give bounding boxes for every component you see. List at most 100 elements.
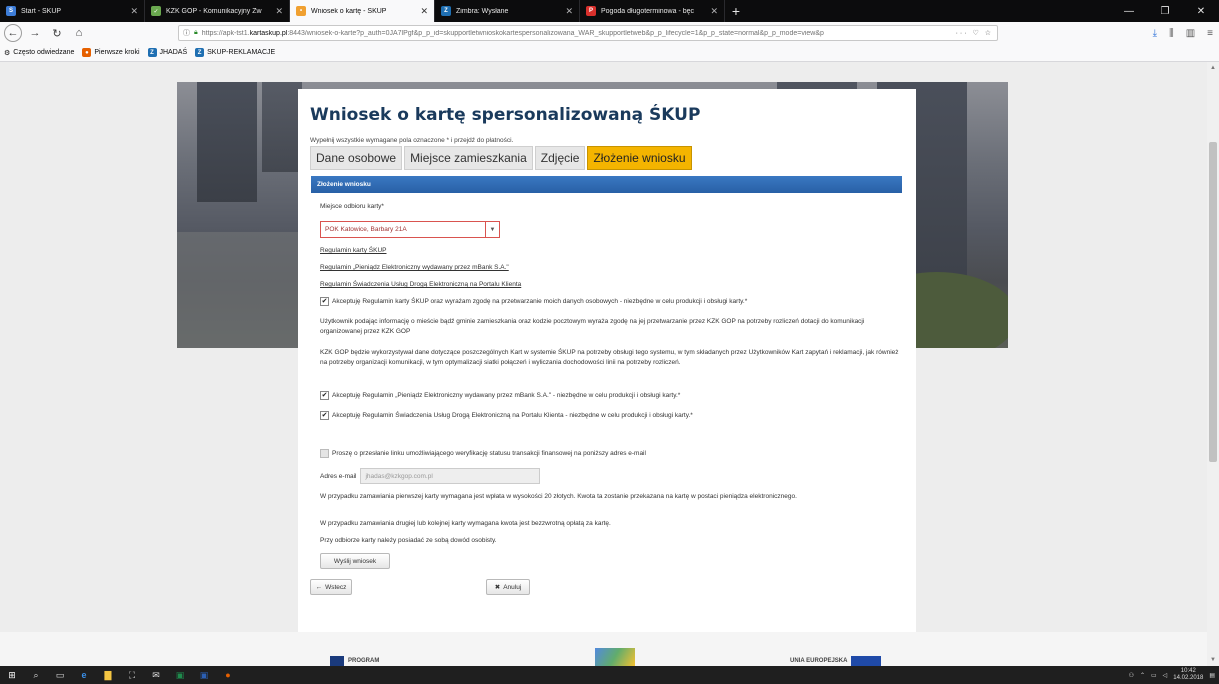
submit-button[interactable]: Wyślij wniosek	[320, 553, 390, 569]
back-button[interactable]: ← Wstecz	[310, 579, 352, 595]
skup-favicon-icon: •	[296, 6, 306, 16]
bookmark-jhadas[interactable]: Z JHADAŚ	[147, 48, 187, 57]
step-miejsce-zamieszkania[interactable]: Miejsce zamieszkania	[404, 146, 533, 170]
step-dane-osobowe[interactable]: Dane osobowe	[310, 146, 403, 170]
notifications-icon[interactable]: ▤	[1209, 672, 1215, 679]
consent-uslugi-row: ✔ Akceptuję Regulamin Świadczenia Usług …	[320, 411, 693, 420]
swoosh-logo	[595, 648, 635, 666]
sidebar-icon[interactable]: ▥	[1186, 28, 1195, 39]
url-text: https://apk-tst1.kartaskup.pl:8443/wnios…	[201, 29, 824, 37]
step-zlozenie-wniosku[interactable]: Złożenie wniosku	[587, 146, 692, 170]
zimbra-icon: Z	[195, 48, 205, 57]
url-bar[interactable]: ⓘ 🔒︎ https://apk-tst1.kartaskup.pl:8443/…	[178, 25, 998, 41]
close-tab-icon[interactable]: ✕	[565, 6, 573, 17]
bookmarks-bar: ⚙ Często odwiedzane ● Pierwsze kroki Z JHAD…	[0, 44, 1219, 62]
network-icon[interactable]: ▭	[1151, 672, 1157, 679]
scroll-up-icon[interactable]: ▲	[1207, 62, 1219, 74]
tab-pogoda[interactable]: P Pogoda długoterminowa - bęc ✕	[580, 0, 725, 22]
bookmark-czesto[interactable]: ⚙ Często odwiedzane	[4, 49, 74, 57]
note-next-card: W przypadku zamawiania drugiej lub kolej…	[320, 520, 611, 527]
step-zdjecie[interactable]: Zdjęcie	[534, 146, 586, 170]
toolbar-right: ⤓ ⫼ ▥ ≡	[1153, 25, 1213, 41]
kzk-favicon-icon: ✓	[151, 6, 161, 16]
email-row: Adres e-mail jhadas@kzkgop.com.pl	[320, 468, 541, 484]
program-logo: PROGRAM	[330, 656, 379, 666]
email-request-label: Proszę o przesłanie linku umożliwiająceg…	[332, 450, 646, 457]
store-icon[interactable]: ⛶	[120, 666, 144, 684]
download-icon[interactable]: ⤓	[1153, 28, 1157, 39]
tab-label: Pogoda długoterminowa - bęc	[601, 7, 695, 15]
page-title: Wniosek o kartę spersonalizowaną ŚKUP	[310, 105, 701, 125]
tab-label: Wniosek o kartę - ŚKUP	[311, 7, 387, 15]
tray-chevron-icon[interactable]: ⌃	[1140, 672, 1145, 679]
browser-nav-bar: ← → ↻ ⌂ ⓘ 🔒︎ https://apk-tst1.kartaskup.…	[0, 22, 1219, 44]
new-tab-button[interactable]: +	[725, 0, 747, 22]
file-explorer-icon[interactable]: ▇	[96, 666, 120, 684]
link-regulamin-skup[interactable]: Regulamin karty ŚKUP	[320, 247, 386, 254]
lock-icon[interactable]: 🔒︎	[194, 29, 198, 37]
window-controls: — ❐ ✕	[1111, 0, 1219, 22]
pickup-select[interactable]: POK Katowice, Barbary 21A ▼	[320, 221, 500, 238]
consent-skup-row: ✔ Akceptuję Regulamin karty ŚKUP oraz wy…	[320, 297, 747, 306]
search-icon[interactable]: ⌕	[24, 666, 48, 684]
section-header: Złożenie wniosku	[311, 176, 902, 193]
application-form-card: Wniosek o kartę spersonalizowaną ŚKUP Wy…	[298, 89, 916, 637]
page-scrollbar[interactable]: ▲ ▼	[1207, 62, 1219, 666]
tab-kzk-gop[interactable]: ✓ KZK GOP - Komunikacyjny Zw ✕	[145, 0, 290, 22]
tab-wniosek[interactable]: • Wniosek o kartę - ŚKUP ✕	[290, 0, 435, 22]
email-field[interactable]: jhadas@kzkgop.com.pl	[360, 468, 541, 484]
menu-icon[interactable]: ≡	[1207, 28, 1213, 39]
pickup-label: Miejsce odbioru karty*	[320, 203, 384, 210]
tab-start-skup[interactable]: S Start - ŚKUP ✕	[0, 0, 145, 22]
task-view-icon[interactable]: ▭	[48, 666, 72, 684]
forward-arrow-icon[interactable]: →	[26, 24, 44, 42]
restore-icon[interactable]: ❐	[1147, 0, 1183, 22]
skup-favicon-icon: S	[6, 6, 16, 16]
info-text-1: Użytkownik podając informację o mieście …	[320, 318, 865, 335]
form-hint: Wypełnij wszystkie wymagane pola oznaczo…	[310, 137, 514, 144]
consent-skup-checkbox[interactable]: ✔	[320, 297, 329, 306]
consent-mbank-label: Akceptuję Regulamin „Pieniądz Elektronic…	[332, 392, 681, 399]
bookmark-pierwsze[interactable]: ● Pierwsze kroki	[82, 48, 140, 57]
close-tab-icon[interactable]: ✕	[130, 6, 138, 17]
tab-zimbra[interactable]: Z Zimbra: Wysłane ✕	[435, 0, 580, 22]
minimize-icon[interactable]: —	[1111, 0, 1147, 22]
people-icon[interactable]: ⚇	[1129, 672, 1134, 679]
consent-uslugi-checkbox[interactable]: ✔	[320, 411, 329, 420]
consent-uslugi-label: Akceptuję Regulamin Świadczenia Usług Dr…	[332, 412, 693, 419]
scroll-down-icon[interactable]: ▼	[1207, 654, 1219, 666]
excel-icon[interactable]: ▣	[168, 666, 192, 684]
edge-icon[interactable]: e	[72, 666, 96, 684]
bookmark-skup-reklamacje[interactable]: Z SKUP-REKLAMACJE	[195, 48, 275, 57]
close-tab-icon[interactable]: ✕	[275, 6, 283, 17]
info-icon[interactable]: ⓘ	[183, 28, 190, 38]
back-arrow-icon[interactable]: ←	[4, 24, 22, 42]
tab-label: Start - ŚKUP	[21, 7, 62, 15]
library-icon[interactable]: ⫼	[1169, 28, 1174, 39]
word-icon[interactable]: ▣	[192, 666, 216, 684]
link-regulamin-uslug[interactable]: Regulamin Świadczenia Usług Drogą Elektr…	[320, 281, 521, 288]
scrollbar-thumb[interactable]	[1209, 142, 1217, 462]
note-first-card: W przypadku zamawiania pierwszej karty w…	[320, 493, 797, 500]
footer-logos: PROGRAM UNIA EUROPEJSKA	[0, 632, 1207, 666]
consent-mbank-row: ✔ Akceptuję Regulamin „Pieniądz Elektron…	[320, 391, 680, 400]
clock[interactable]: 10:42 14.02.2018	[1173, 668, 1203, 682]
windows-taskbar: ⊞ ⌕ ▭ e ▇ ⛶ ✉ ▣ ▣ ● ⚇ ⌃ ▭ ◁ 10:42 14.02.…	[0, 666, 1219, 684]
consent-mbank-checkbox[interactable]: ✔	[320, 391, 329, 400]
page-actions[interactable]: ··· ♡ ☆	[956, 29, 993, 37]
reload-icon[interactable]: ↻	[48, 24, 66, 42]
tab-label: KZK GOP - Komunikacyjny Zw	[166, 7, 262, 15]
close-window-icon[interactable]: ✕	[1183, 0, 1219, 22]
home-icon[interactable]: ⌂	[70, 24, 88, 42]
firefox-taskbar-icon[interactable]: ●	[216, 666, 240, 684]
volume-icon[interactable]: ◁	[1163, 672, 1168, 679]
close-tab-icon[interactable]: ✕	[710, 6, 718, 17]
windows-start-icon[interactable]: ⊞	[0, 666, 24, 684]
link-regulamin-mbank[interactable]: Regulamin „Pieniądz Elektroniczny wydawa…	[320, 264, 509, 271]
mail-icon[interactable]: ✉	[144, 666, 168, 684]
web-page: Wniosek o kartę spersonalizowaną ŚKUP Wy…	[0, 62, 1207, 666]
email-request-checkbox[interactable]	[320, 449, 329, 458]
cancel-button[interactable]: ✖ Anuluj	[486, 579, 530, 595]
close-tab-icon[interactable]: ✕	[420, 6, 428, 17]
zimbra-icon: Z	[147, 48, 157, 57]
